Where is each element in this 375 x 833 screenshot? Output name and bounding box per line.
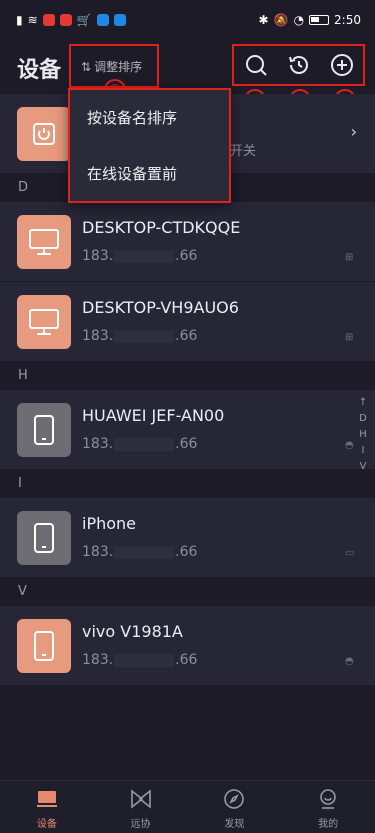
wifi-icon: ≋ bbox=[27, 13, 38, 27]
sort-dropdown: 按设备名排序 在线设备置前 bbox=[68, 88, 231, 203]
desktop-icon bbox=[17, 295, 71, 349]
status-icons-right: ✱ 🔕 ◔ 2:50 bbox=[259, 13, 361, 27]
device-ip: 183. .66 bbox=[82, 652, 198, 668]
remote-assist-icon bbox=[130, 789, 151, 809]
section-header: V bbox=[0, 578, 375, 606]
sort-icon: ⇅ bbox=[81, 60, 92, 74]
tab-label: 我的 bbox=[318, 819, 339, 830]
phone-icon bbox=[17, 619, 71, 673]
app-notification-icon bbox=[96, 14, 109, 26]
speed-icon: ◔ bbox=[293, 13, 305, 27]
add-icon[interactable] bbox=[330, 53, 354, 77]
signal-icon: ▮ bbox=[16, 13, 23, 27]
cart-icon: 🛒 bbox=[76, 13, 92, 27]
device-ip: 183. .66 bbox=[82, 248, 198, 264]
tab-bar: 设备 远协 发现 我的 bbox=[0, 780, 375, 833]
index-item[interactable]: V bbox=[357, 459, 369, 475]
online-first-option[interactable]: 在线设备置前 bbox=[70, 146, 229, 202]
device-ip: 183. .66 bbox=[82, 544, 198, 560]
device-name: iPhone bbox=[82, 514, 137, 533]
tab-discover[interactable]: 发现 bbox=[188, 781, 282, 833]
windows-icon: ⊞ bbox=[345, 252, 354, 263]
alphabet-index[interactable]: ↑ D H I V bbox=[357, 395, 369, 475]
sort-by-name-option[interactable]: 按设备名排序 bbox=[70, 90, 229, 146]
header-actions bbox=[232, 44, 365, 86]
device-name: vivo V1981A bbox=[82, 622, 183, 641]
list-item-device[interactable]: HUAWEI JEF-AN00 183. .66 ◓ bbox=[0, 390, 375, 470]
devices-tab-icon bbox=[36, 791, 57, 807]
list-item-device[interactable]: DESKTOP-CTDKQQE 183. .66 ⊞ bbox=[0, 202, 375, 282]
tab-label: 远协 bbox=[130, 819, 151, 830]
android-icon: ◓ bbox=[345, 440, 354, 451]
tab-label: 设备 bbox=[36, 819, 57, 830]
list-item-device[interactable]: DESKTOP-VH9AUO6 183. .66 ⊞ bbox=[0, 282, 375, 362]
app-notification-icon bbox=[59, 14, 72, 26]
bluetooth-icon: ✱ bbox=[258, 13, 269, 27]
tab-devices[interactable]: 设备 bbox=[0, 781, 94, 833]
device-name: DESKTOP-CTDKQQE bbox=[82, 218, 241, 237]
tab-me[interactable]: 我的 bbox=[281, 781, 375, 833]
ios-icon: ▭ bbox=[345, 548, 355, 559]
index-item[interactable]: I bbox=[357, 443, 369, 459]
index-item[interactable]: ↑ bbox=[357, 395, 369, 411]
chevron-right-icon: › bbox=[350, 122, 357, 141]
phone-icon bbox=[17, 511, 71, 565]
desktop-icon bbox=[17, 215, 71, 269]
index-item[interactable]: D bbox=[357, 411, 369, 427]
status-time: 2:50 bbox=[334, 13, 361, 27]
status-icons-left: ▮ ≋ 🛒 bbox=[16, 13, 126, 27]
list-item-device[interactable]: iPhone 183. .66 ▭ bbox=[0, 498, 375, 578]
status-bar: ▮ ≋ 🛒 ✱ 🔕 ◔ 2:50 bbox=[0, 0, 375, 40]
index-item[interactable]: H bbox=[357, 427, 369, 443]
header: 设备 ⇅ 调整排序 bbox=[0, 40, 375, 94]
power-device-icon bbox=[17, 107, 71, 161]
battery-icon bbox=[309, 15, 330, 25]
android-icon: ◓ bbox=[345, 656, 354, 667]
tab-label: 发现 bbox=[224, 819, 245, 830]
app-notification-icon bbox=[42, 14, 55, 26]
history-icon[interactable] bbox=[287, 53, 311, 77]
phone-icon bbox=[17, 403, 71, 457]
page-title: 设备 bbox=[17, 58, 62, 83]
profile-icon bbox=[320, 789, 336, 809]
mute-icon: 🔕 bbox=[273, 13, 289, 27]
device-ip: 183. .66 bbox=[82, 328, 198, 344]
section-header: I bbox=[0, 470, 375, 498]
device-subtitle: 开关 bbox=[230, 144, 257, 159]
compass-icon bbox=[224, 789, 245, 809]
tab-remote-assist[interactable]: 远协 bbox=[94, 781, 188, 833]
section-header: H bbox=[0, 362, 375, 390]
device-name: HUAWEI JEF-AN00 bbox=[82, 406, 225, 425]
device-name: DESKTOP-VH9AUO6 bbox=[82, 298, 239, 317]
sort-label: 调整排序 bbox=[94, 60, 143, 74]
app-notification-icon bbox=[113, 14, 126, 26]
windows-icon: ⊞ bbox=[345, 332, 354, 343]
list-item-device[interactable]: vivo V1981A 183. .66 ◓ bbox=[0, 606, 375, 686]
device-ip: 183. .66 bbox=[82, 436, 198, 452]
search-icon[interactable] bbox=[244, 53, 268, 77]
